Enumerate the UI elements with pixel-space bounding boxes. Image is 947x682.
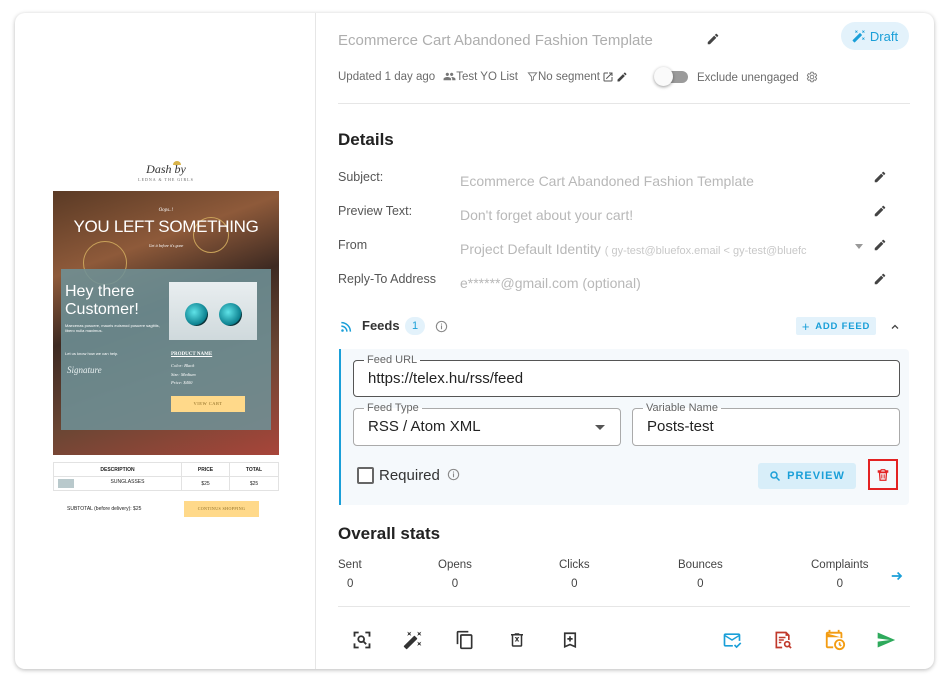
list-link[interactable]: Test YO List [443,70,518,83]
email-preview[interactable]: Dash by LEDNA & THE GIRLS Oops..! YOU LE… [53,155,279,527]
rss-icon [341,321,352,332]
action-toolbar [338,619,910,659]
email-help-text: Let us know how we can help. [65,351,119,356]
stat-bounces: Bounces 0 [678,559,723,590]
overall-stats-heading: Overall stats [338,524,441,543]
edit-subject-pencil-icon[interactable] [873,170,887,189]
required-checkbox[interactable] [357,467,374,484]
add-feed-button[interactable]: + ADD FEED [796,317,876,335]
email-brand-logo: Dash by LEDNA & THE GIRLS [53,155,279,191]
email-product-info: Color: Black Size: Medium Price: $400 [171,363,196,385]
schedule-calendar-icon[interactable] [822,627,848,653]
edit-segment-pencil-icon[interactable] [616,71,628,83]
filter-icon [527,72,538,82]
group-icon [443,72,456,81]
magic-wand-icon[interactable] [400,627,426,653]
detail-row-reply-to[interactable]: Reply-To Address e******@gmail.com (opti… [338,269,898,291]
email-product-name: PRODUCT NAME [171,352,213,357]
inspect-search-icon[interactable] [349,627,375,653]
edit-title-pencil-icon[interactable] [703,29,723,49]
campaign-meta: Updated 1 day ago Test YO List No segmen… [338,70,628,83]
detail-row-from[interactable]: From Project Default Identity ( gy-test@… [338,235,898,257]
variable-name-field[interactable]: Variable Name Posts-test [632,402,900,446]
email-hero: Oops..! YOU LEFT SOMETHING Get it before… [53,191,279,455]
email-signature: Signature [67,365,102,375]
preview-feed-button[interactable]: PREVIEW [758,463,856,489]
email-check-icon[interactable] [719,627,745,653]
email-greeting: Hey there Customer! [65,283,139,318]
stats-row: Sent 0 Opens 0 Clicks 0 Bounces 0 Complaints… [338,559,910,599]
campaign-card: Dash by LEDNA & THE GIRLS Oops..! YOU LE… [15,13,934,669]
email-oops: Oops..! [158,208,174,213]
exclude-unengaged-label: Exclude unengaged [697,71,818,84]
detail-row-subject[interactable]: Subject: Ecommerce Cart Abandoned Fashio… [338,167,898,189]
brand-tagline: LEDNA & THE GIRLS [138,177,194,182]
email-content-panel: Hey there Customer! Maecenas posuere, ma… [61,269,271,430]
delete-feed-button[interactable] [868,459,898,490]
send-icon[interactable] [873,627,899,653]
info-icon[interactable] [447,468,460,481]
details-heading: Details [338,130,394,149]
brand-name: Dash by [146,162,186,176]
arrow-right-icon[interactable] [889,569,905,583]
gear-icon[interactable] [806,71,818,83]
email-continue-button: CONTINUS SHOPPING [184,501,259,517]
open-in-new-icon[interactable] [602,71,614,83]
stat-sent: Sent 0 [338,559,362,590]
preview-search-icon[interactable] [770,627,796,653]
magic-wand-icon [852,30,865,43]
edit-reply-to-pencil-icon[interactable] [873,272,887,291]
duplicate-icon[interactable] [452,627,478,653]
bookmark-add-icon[interactable] [557,627,583,653]
segment-link[interactable]: No segment [527,71,600,83]
info-icon[interactable] [435,320,448,333]
feeds-count-badge: 1 [405,317,425,335]
stat-opens: Opens 0 [438,559,472,590]
dropdown-arrow-icon [595,425,605,430]
campaign-title: Ecommerce Cart Abandoned Fashion Templat… [338,32,653,49]
feed-type-select[interactable]: Feed Type RSS / Atom XML [353,402,621,446]
delete-campaign-icon[interactable] [504,627,530,653]
from-dropdown-arrow-icon[interactable] [855,244,863,249]
chevron-up-icon[interactable] [889,321,901,333]
detail-row-preview-text[interactable]: Preview Text: Don't forget about your ca… [338,201,898,223]
updated-text: Updated 1 day ago [338,70,436,83]
feeds-header: Feeds 1 + ADD FEED [338,315,910,337]
stat-complaints: Complaints 0 [811,559,869,590]
stat-clicks: Clicks 0 [559,559,590,590]
status-badge[interactable]: Draft [841,22,909,50]
exclude-unengaged-toggle[interactable] [654,67,689,86]
campaign-details-panel: Ecommerce Cart Abandoned Fashion Templat… [338,13,913,669]
edit-from-pencil-icon[interactable] [873,238,887,257]
email-view-cart-button: VIEW CART [171,396,245,412]
feed-item: Feed URL https://telex.hu/rss/feed Feed … [339,349,909,505]
feed-url-field[interactable]: Feed URL https://telex.hu/rss/feed [353,354,900,397]
trash-icon [877,468,889,481]
search-icon [770,471,781,482]
email-headline: YOU LEFT SOMETHING [73,217,259,236]
email-order-table: DESCRIPTION PRICE TOTAL SUNGLASSES $25 $… [53,462,279,491]
required-label: Required [379,467,460,484]
sunglasses-image [169,282,257,340]
email-body: Maecenas posuere, mauris euismod posuere… [65,323,160,333]
edit-preview-text-pencil-icon[interactable] [873,204,887,223]
email-subheadline: Get it before it's gone [148,243,184,248]
